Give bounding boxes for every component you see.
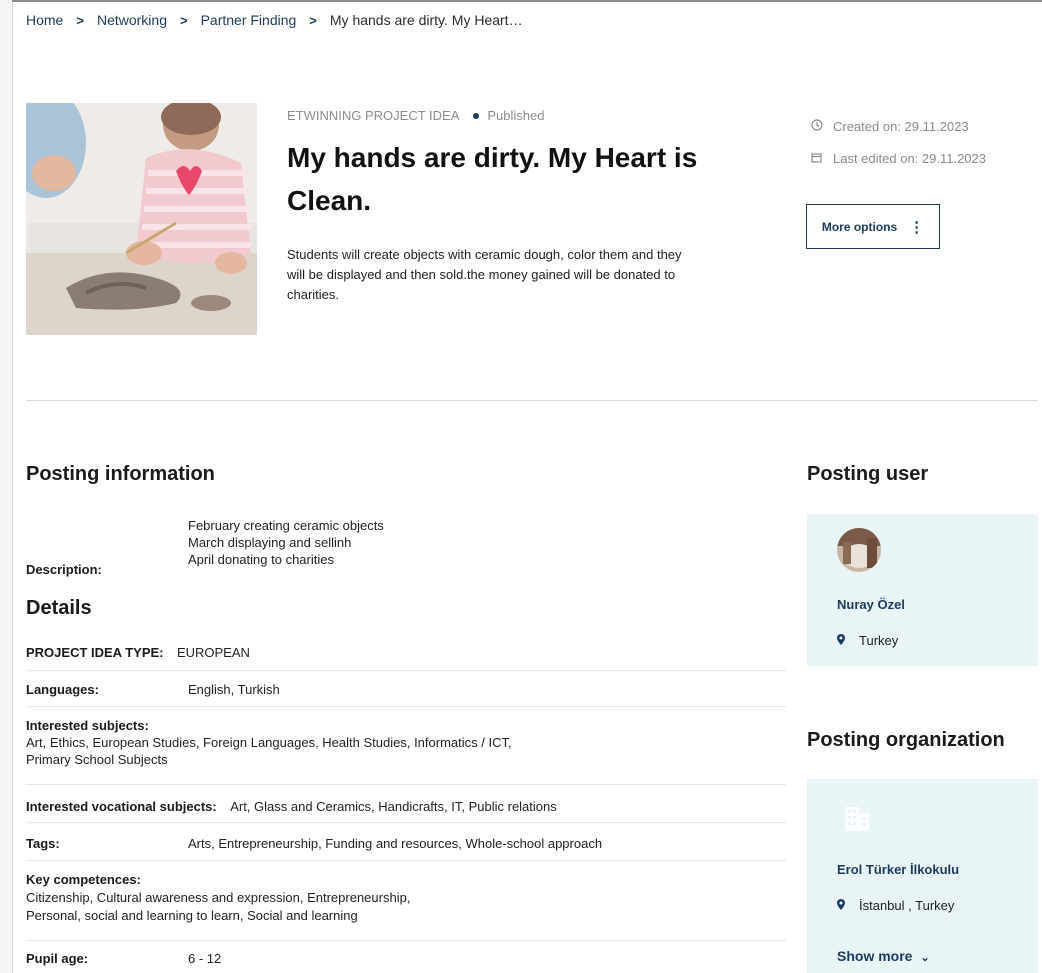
row-divider: [26, 670, 786, 671]
clock-icon: [811, 119, 825, 134]
breadcrumb-separator-icon: >: [179, 13, 188, 28]
key-competences-value-line2: Personal, social and learning to learn, …: [26, 908, 358, 923]
created-date: Created on: 29.11.2023: [811, 119, 969, 134]
project-type-label: ETWINNING PROJECT IDEA: [287, 108, 460, 123]
breadcrumb-separator-icon: >: [309, 13, 317, 28]
show-more-label: Show more: [837, 948, 913, 964]
project-idea-type-label: PROJECT IDEA TYPE:: [26, 645, 164, 660]
posting-user-heading: Posting user: [807, 463, 929, 485]
pupil-age-value: 6 - 12: [188, 951, 222, 966]
edited-date: Last edited on: 29.11.2023: [811, 151, 986, 166]
posting-information-heading: Posting information: [26, 463, 215, 485]
posting-organization-card: Erol Türker İlkokulu İstanbul , Turkey S…: [807, 779, 1038, 973]
breadcrumb-networking[interactable]: Networking: [97, 12, 167, 28]
breadcrumb-home[interactable]: Home: [26, 12, 63, 28]
breadcrumb: Home > Networking > Partner Finding > My hands…: [26, 12, 523, 28]
more-options-button[interactable]: More options ⋮: [806, 204, 940, 249]
row-divider: [26, 822, 786, 823]
project-image: [26, 103, 257, 335]
row-divider: [26, 706, 786, 707]
interested-subjects-label: Interested subjects:: [26, 718, 149, 733]
vocational-subjects-value: Art, Glass and Ceramics, Handicrafts, IT…: [230, 799, 557, 814]
more-options-label: More options: [821, 219, 898, 234]
posting-user-location: Turkey: [837, 633, 898, 648]
kebab-menu-icon: ⋮: [909, 218, 925, 236]
details-heading: Details: [26, 597, 92, 619]
interested-subjects-value-line1: Art, Ethics, European Studies, Foreign L…: [26, 735, 512, 750]
created-date-text: Created on: 29.11.2023: [833, 119, 969, 134]
description-line: February creating ceramic objects: [188, 518, 384, 533]
tags-value: Arts, Entrepreneurship, Funding and reso…: [188, 836, 603, 851]
posting-organization-name[interactable]: Erol Türker İlkokulu: [837, 862, 959, 877]
calendar-icon: [811, 152, 825, 166]
posting-user-name[interactable]: Nuray Özel: [837, 597, 905, 612]
section-divider: [26, 400, 1038, 401]
show-more-button[interactable]: Show more ⌄: [837, 948, 930, 964]
vocational-subjects-label: Interested vocational subjects:: [26, 799, 217, 814]
breadcrumb-current: My hands are dirty. My Heart…: [329, 12, 523, 28]
languages-label: Languages:: [26, 682, 99, 697]
description-label: Description:: [26, 562, 102, 577]
row-divider: [26, 784, 786, 785]
breadcrumb-separator-icon: >: [76, 13, 84, 28]
languages-value: English, Turkish: [188, 682, 280, 697]
posting-user-card: Nuray Özel Turkey: [807, 514, 1038, 666]
location-pin-icon: [837, 899, 847, 913]
project-idea-type-row: PROJECT IDEA TYPE: EUROPEAN: [26, 644, 250, 662]
pupil-age-label: Pupil age:: [26, 951, 89, 966]
row-divider: [26, 940, 786, 941]
description-line: April donating to charities: [188, 552, 334, 567]
window-top-edge: [12, 0, 1042, 2]
posting-organization-location: İstanbul , Turkey: [837, 898, 954, 913]
tags-label: Tags:: [26, 836, 60, 851]
chevron-down-icon: ⌄: [920, 952, 930, 964]
description-value: February creating ceramic objects March …: [188, 517, 384, 568]
key-competences-value-line1: Citizenship, Cultural awareness and expr…: [26, 890, 411, 905]
posting-user-location-text: Turkey: [859, 633, 899, 648]
location-pin-icon: [837, 634, 847, 648]
project-kicker: ETWINNING PROJECT IDEA Published: [287, 108, 545, 123]
avatar[interactable]: [837, 528, 881, 572]
building-icon: [843, 803, 873, 833]
page-title: My hands are dirty. My Heart is Clean.: [287, 142, 698, 216]
project-idea-type-value: EUROPEAN: [176, 645, 250, 660]
key-competences-label: Key competences:: [26, 872, 141, 887]
window-left-edge: [0, 0, 13, 973]
project-summary: Students will create objects with cerami…: [287, 247, 682, 302]
posting-organization-location-text: İstanbul , Turkey: [859, 898, 955, 913]
row-divider: [26, 860, 786, 861]
breadcrumb-partner-finding[interactable]: Partner Finding: [201, 12, 297, 28]
vocational-subjects-row: Interested vocational subjects: Art, Gla…: [26, 798, 557, 816]
status-badge: Published: [487, 108, 545, 123]
posting-organization-heading: Posting organization: [807, 729, 1005, 751]
edited-date-text: Last edited on: 29.11.2023: [833, 151, 986, 166]
description-line: March displaying and sellinh: [188, 535, 352, 550]
status-dot-icon: [473, 113, 480, 120]
interested-subjects-value-line2: Primary School Subjects: [26, 752, 168, 767]
